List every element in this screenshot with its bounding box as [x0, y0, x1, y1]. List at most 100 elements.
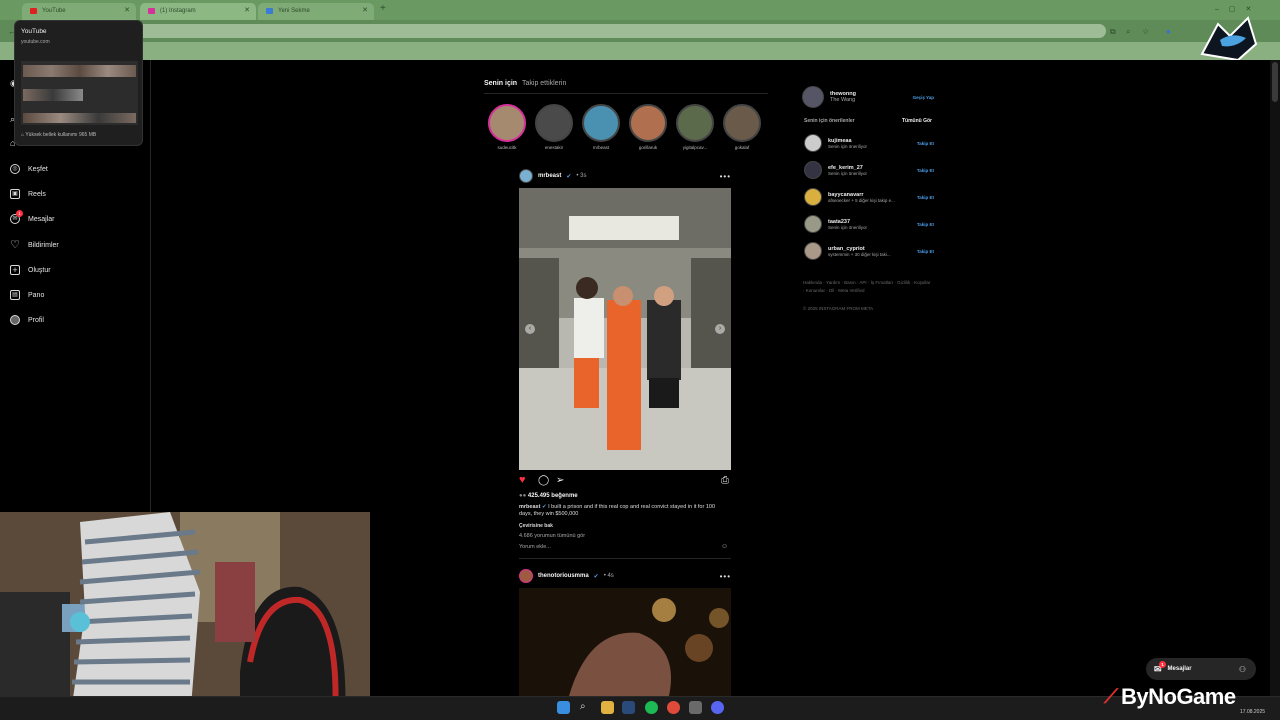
messages-button[interactable]: ✉ 1 Mesajlar ⚇	[1146, 658, 1256, 680]
extension-icon[interactable]: ●	[1166, 27, 1171, 36]
avatar[interactable]	[802, 86, 824, 108]
see-all-link[interactable]: Tümünü Gör	[902, 118, 932, 124]
bookmark-icon[interactable]: ⎙	[721, 475, 729, 486]
more-options-icon[interactable]: •••	[720, 172, 731, 181]
avatar[interactable]	[804, 215, 822, 233]
chevron-left-icon[interactable]: ‹	[525, 324, 535, 334]
more-options-icon[interactable]: •••	[720, 572, 731, 581]
story-name: gorillaruk	[638, 145, 658, 150]
suggestions-title: Senin için önerilenler	[804, 118, 855, 124]
likes-count[interactable]: ●● 425.495 beğenme	[519, 493, 578, 499]
avatar[interactable]	[804, 134, 822, 152]
post-time: • 4s	[603, 573, 614, 579]
suggestion-reason: afsenecker + 5 diğer kişi takip e...	[828, 197, 895, 203]
chrome-icon[interactable]	[667, 701, 680, 714]
follow-button[interactable]: Takip Et	[917, 168, 934, 173]
sidebar-item-label: Oluştur	[28, 266, 51, 274]
suggestion-item: efe_kerim_27 Senin için öneriliyor Takip …	[804, 160, 934, 180]
tab-new[interactable]: Yeni Sekme ✕	[258, 3, 374, 20]
discord-icon[interactable]	[711, 701, 724, 714]
story-avatar	[676, 104, 714, 142]
comment-icon[interactable]: ◯	[538, 475, 549, 486]
reels-icon: ▣	[10, 189, 20, 199]
close-icon[interactable]: ✕	[124, 6, 130, 14]
divider	[519, 558, 731, 559]
story-avatar	[535, 104, 573, 142]
avatar[interactable]	[519, 569, 533, 583]
like-icon[interactable]: ♥	[519, 474, 526, 486]
sidebar-item-messages[interactable]: ✉ 1 Mesajlar	[10, 210, 54, 228]
chevron-right-icon[interactable]: ›	[715, 324, 725, 334]
switch-account-button[interactable]: Geçiş Yap	[913, 95, 934, 100]
story-name: yigitalpcav...	[682, 145, 708, 150]
messenger-glyph: ✉	[12, 216, 18, 222]
story-item[interactable]: gokalaf	[722, 104, 762, 150]
close-icon[interactable]: ✕	[244, 6, 250, 14]
follow-button[interactable]: Takip Et	[917, 222, 934, 227]
sidebar-item-explore[interactable]: ◎ Keşfet	[10, 160, 48, 178]
avatar[interactable]	[804, 242, 822, 260]
share-icon[interactable]: ➢	[556, 475, 564, 486]
post-image[interactable]	[519, 588, 731, 696]
story-avatar	[629, 104, 667, 142]
story-name: mrbeast	[592, 145, 610, 150]
suggestion-item: urban_cypriot systemmin + 30 diğer kişi t…	[804, 241, 934, 261]
avatar[interactable]	[804, 161, 822, 179]
story-avatar	[488, 104, 526, 142]
story-item[interactable]: enestakir	[534, 104, 574, 150]
suggestion-reason: Senin için öneriliyor	[828, 224, 868, 230]
sidebar-item-notifications[interactable]: ♡ Bildirimler	[10, 236, 59, 254]
steam-icon[interactable]	[622, 701, 635, 714]
tab-for-you[interactable]: Senin için	[484, 80, 517, 87]
file-explorer-icon[interactable]	[601, 701, 614, 714]
zoom-icon[interactable]: ⌕	[1126, 27, 1130, 37]
add-comment-input[interactable]: Yorum ekle...	[519, 544, 551, 550]
tab-following[interactable]: Takip ettiklerin	[522, 80, 566, 87]
install-icon[interactable]: ⧉	[1110, 27, 1116, 37]
search-icon[interactable]: ⌕	[580, 701, 593, 714]
sidebar-item-create[interactable]: + Oluştur	[10, 261, 51, 279]
sidebar-item-dashboard[interactable]: ▤ Pano	[10, 286, 44, 304]
close-icon[interactable]: ✕	[362, 6, 368, 14]
story-item[interactable]: mrbeast	[581, 104, 621, 150]
follow-button[interactable]: Takip Et	[917, 141, 934, 146]
start-icon[interactable]	[557, 701, 570, 714]
star-icon[interactable]: ☆	[1142, 27, 1149, 36]
spotify-icon[interactable]	[645, 701, 658, 714]
scrollbar[interactable]	[1270, 60, 1280, 696]
memory-text: Yüksek bellek kullanımı 965 MB	[25, 132, 97, 138]
avatar[interactable]	[519, 169, 533, 183]
tab-youtube[interactable]: YouTube ✕	[22, 3, 136, 20]
footer-links[interactable]: Hakkında · Yardım · Basın · API · İş Fır…	[803, 279, 933, 294]
bynogame-watermark: ⟋ ByNoGame	[1104, 684, 1236, 710]
story-avatar	[723, 104, 761, 142]
post-username[interactable]: thenotoriousmma	[538, 573, 589, 579]
address-bar[interactable]	[26, 24, 1106, 38]
caption-username[interactable]: mrbeast	[519, 504, 540, 510]
liker-avatars-icon: ●●	[519, 493, 528, 499]
post-image[interactable]: ‹ ›	[519, 188, 731, 470]
story-item[interactable]: yigitalpcav...	[675, 104, 715, 150]
follow-button[interactable]: Takip Et	[917, 249, 934, 254]
tab-instagram[interactable]: (1) Instagram ✕	[140, 3, 256, 20]
heart-icon: ♡	[10, 239, 20, 251]
suggestion-username[interactable]: efe_kerim_27	[828, 165, 867, 171]
bookmarks-bar	[0, 42, 1280, 60]
caption-text: I built a prison and if this real cop an…	[519, 504, 716, 518]
scrollbar-thumb[interactable]	[1272, 62, 1278, 102]
follow-button[interactable]: Takip Et	[917, 195, 934, 200]
emoji-icon[interactable]: ☺	[721, 543, 728, 550]
post-caption: mrbeast ✔ I built a prison and if this r…	[519, 504, 729, 519]
sidebar-item-label: Bildirimler	[28, 241, 59, 249]
app-icon[interactable]	[689, 701, 702, 714]
story-item[interactable]: sudeucitk	[487, 104, 527, 150]
sidebar-item-profile[interactable]: ● Profil	[10, 311, 44, 329]
new-tab-button[interactable]: +	[380, 3, 386, 14]
avatar[interactable]	[804, 188, 822, 206]
translate-link[interactable]: Çevirisine bak	[519, 523, 553, 529]
story-item[interactable]: gorillaruk	[628, 104, 668, 150]
view-comments-link[interactable]: 4.686 yorumun tümünü gör	[519, 533, 585, 539]
sidebar-item-reels[interactable]: ▣ Reels	[10, 185, 46, 203]
window-controls[interactable]: –▢✕	[1215, 5, 1261, 13]
post-username[interactable]: mrbeast	[538, 173, 561, 179]
